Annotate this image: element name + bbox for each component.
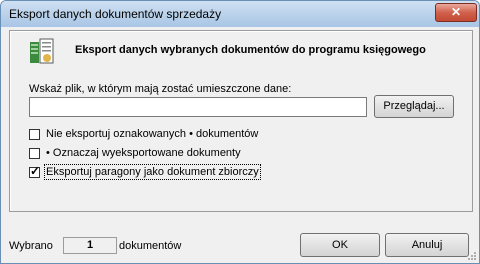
cancel-button[interactable]: Anuluj	[385, 233, 469, 257]
export-dialog: Eksport danych dokumentów sprzedaży ✕ Ek…	[0, 0, 480, 264]
file-path-input[interactable]	[29, 97, 367, 117]
option-label: Nie eksportuj oznakowanych • dokumentów	[46, 128, 259, 140]
checkbox[interactable]	[29, 148, 40, 159]
file-prompt-label: Wskaż plik, w którym mają zostać umieszc…	[29, 83, 292, 95]
selected-suffix: dokumentów	[119, 240, 182, 252]
ok-button[interactable]: OK	[300, 233, 380, 257]
dialog-heading: Eksport danych wybranych dokumentów do p…	[75, 44, 426, 56]
browse-button[interactable]: Przeglądaj...	[374, 95, 454, 118]
window-title: Eksport danych dokumentów sprzedaży	[9, 7, 222, 21]
title-bar[interactable]: Eksport danych dokumentów sprzedaży ✕	[1, 1, 479, 27]
checkbox-checked[interactable]: ✓	[29, 164, 41, 178]
checkmark-icon: ✓	[30, 164, 41, 178]
resize-grip-icon[interactable]	[467, 251, 477, 261]
close-button[interactable]: ✕	[435, 3, 477, 22]
checkbox[interactable]	[29, 129, 40, 140]
options-panel	[9, 30, 473, 212]
selected-count: 1	[63, 237, 117, 254]
export-docs-icon	[30, 38, 54, 64]
option-label: • Oznaczaj wyeksportowane dokumenty	[46, 147, 241, 159]
option-label: Eksportuj paragony jako dokument zbiorcz…	[44, 164, 261, 180]
selected-prefix: Wybrano	[9, 240, 53, 252]
